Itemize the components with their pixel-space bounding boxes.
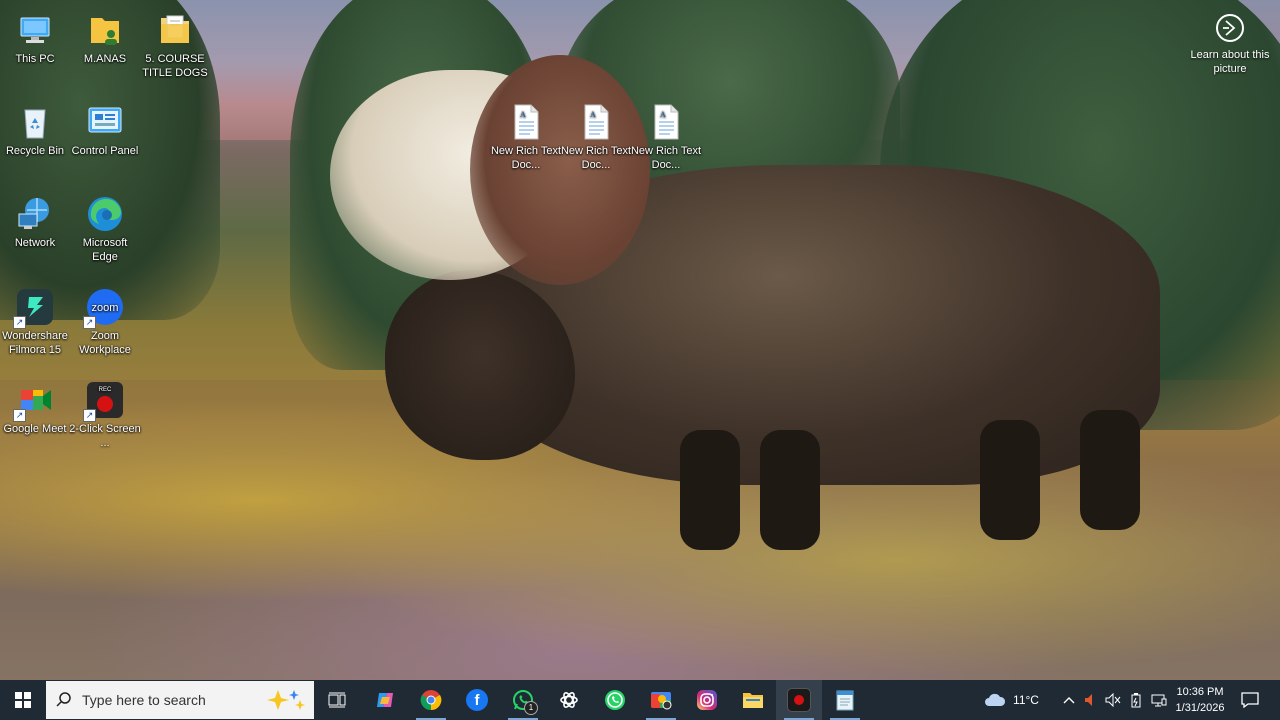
desktop-icon-new-rich-text-doc-2[interactable]: A New Rich Text Doc... bbox=[560, 102, 632, 172]
zoom-icon: zoom ↗ bbox=[83, 287, 125, 329]
desktop-icon-this-pc[interactable]: This PC bbox=[0, 10, 71, 66]
screen-recorder-icon bbox=[787, 688, 811, 712]
chrome-icon bbox=[651, 692, 672, 710]
whatsapp-icon bbox=[605, 690, 625, 710]
desktop-icon-control-panel[interactable]: Control Panel bbox=[69, 102, 141, 158]
taskbar: f 1 11°C bbox=[0, 680, 1280, 720]
volume-button[interactable] bbox=[1102, 680, 1124, 720]
taskbar-facebook[interactable]: f bbox=[454, 680, 500, 720]
show-hidden-icons-button[interactable] bbox=[1058, 680, 1080, 720]
tray-recorder-indicator[interactable] bbox=[1080, 680, 1100, 720]
filmora-icon: ↗ bbox=[13, 287, 55, 329]
svg-text:A: A bbox=[590, 110, 596, 119]
desktop-icon-microsoft-edge[interactable]: Microsoft Edge bbox=[69, 194, 141, 264]
zoom-icon-text: zoom bbox=[92, 302, 119, 314]
windows-logo-icon bbox=[15, 692, 31, 708]
battery-button[interactable] bbox=[1126, 680, 1146, 720]
desktop-icon-course-title-dogs[interactable]: 5. COURSE TITLE DOGS bbox=[139, 10, 211, 80]
camera-info-icon bbox=[1216, 14, 1244, 42]
control-panel-icon bbox=[85, 102, 125, 142]
whatsapp-icon: 1 bbox=[512, 689, 538, 715]
recycle-bin-icon bbox=[15, 102, 55, 142]
desktop-icon-new-rich-text-doc-3[interactable]: A New Rich Text Doc... bbox=[630, 102, 702, 172]
volume-muted-icon bbox=[1105, 693, 1121, 707]
taskbar-copilot[interactable] bbox=[362, 680, 408, 720]
notification-center-button[interactable] bbox=[1232, 680, 1268, 720]
desktop-icon-m-anas[interactable]: M.ANAS bbox=[69, 10, 141, 66]
desktop-icon-wondershare-filmora[interactable]: ↗ Wondershare Filmora 15 bbox=[0, 287, 71, 357]
clock-date: 1/31/2026 bbox=[1175, 702, 1225, 714]
desktop-icon-network[interactable]: Network bbox=[0, 194, 71, 250]
network-button[interactable] bbox=[1148, 680, 1170, 720]
folder-icon bbox=[155, 10, 195, 50]
rtf-document-icon: A bbox=[506, 102, 546, 142]
network-icon bbox=[15, 194, 55, 234]
desktop-icons: This PC M.ANAS 5. COURSE TITLE DOGS Recy… bbox=[0, 0, 1280, 680]
taskbar-whatsapp-1[interactable]: 1 bbox=[500, 680, 546, 720]
instagram-icon bbox=[697, 690, 717, 710]
computer-icon bbox=[15, 10, 55, 50]
desktop-icon-google-meet[interactable]: ↗ Google Meet bbox=[0, 380, 71, 436]
taskbar-task-view[interactable] bbox=[314, 680, 360, 720]
start-button[interactable] bbox=[0, 680, 46, 720]
desktop-icon-new-rich-text-doc-1[interactable]: A New Rich Text Doc... bbox=[490, 102, 562, 172]
weather-widget[interactable]: 11°C bbox=[978, 680, 1044, 720]
shortcut-arrow-icon: ↗ bbox=[83, 409, 96, 422]
notepad-icon bbox=[836, 690, 854, 711]
taskbar-whatsapp-2[interactable] bbox=[592, 680, 638, 720]
rec-icon-text: REC bbox=[99, 387, 112, 393]
chevron-up-icon bbox=[1063, 697, 1075, 704]
rtf-document-icon: A bbox=[646, 102, 686, 142]
rtf-document-icon: A bbox=[576, 102, 616, 142]
file-explorer-icon bbox=[743, 693, 763, 708]
copilot-icon bbox=[377, 693, 393, 707]
learn-about-picture-label: Learn about this picture bbox=[1190, 49, 1270, 75]
desktop-icon-recycle-bin[interactable]: Recycle Bin bbox=[0, 102, 71, 158]
taskbar-file-explorer[interactable] bbox=[730, 680, 776, 720]
weather-temperature: 11°C bbox=[1013, 693, 1039, 707]
google-meet-icon: ↗ bbox=[13, 380, 55, 422]
shortcut-arrow-icon: ↗ bbox=[13, 316, 26, 329]
clock-time: 10:36 PM bbox=[1176, 686, 1224, 698]
edge-icon bbox=[85, 194, 125, 234]
notification-icon bbox=[1241, 692, 1259, 708]
taskbar-clock[interactable]: 10:36 PM 1/31/2026 bbox=[1170, 680, 1230, 720]
chrome-icon bbox=[420, 690, 442, 711]
taskbar-chrome[interactable] bbox=[408, 680, 454, 720]
search-icon bbox=[56, 692, 71, 707]
search-input[interactable] bbox=[80, 691, 254, 709]
facebook-icon: f bbox=[466, 689, 488, 711]
svg-text:A: A bbox=[520, 110, 526, 119]
search-highlight-icon bbox=[267, 690, 305, 710]
learn-about-picture[interactable]: Learn about this picture bbox=[1190, 14, 1270, 76]
shortcut-arrow-icon: ↗ bbox=[13, 409, 26, 422]
svg-text:A: A bbox=[660, 110, 666, 119]
battery-icon bbox=[1131, 693, 1141, 708]
taskbar-chatgpt[interactable] bbox=[546, 680, 592, 720]
speaker-alert-icon bbox=[1085, 694, 1092, 706]
user-folder-icon bbox=[85, 10, 125, 50]
taskbar-screen-recorder[interactable] bbox=[776, 680, 822, 720]
task-view-icon bbox=[328, 692, 346, 708]
network-wired-icon bbox=[1151, 694, 1167, 707]
desktop-icon-zoom-workplace[interactable]: zoom ↗ Zoom Workplace bbox=[69, 287, 141, 357]
taskbar-search-box[interactable] bbox=[46, 681, 314, 719]
screen-recorder-icon: REC ↗ bbox=[83, 380, 125, 422]
taskbar-notepad[interactable] bbox=[822, 680, 868, 720]
cloud-icon bbox=[985, 693, 1006, 706]
desktop-icon-2-click-screen[interactable]: REC ↗ 2-Click Screen ... bbox=[69, 380, 141, 450]
chatgpt-icon bbox=[560, 692, 578, 708]
taskbar-instagram[interactable] bbox=[684, 680, 730, 720]
notification-badge: 1 bbox=[524, 701, 538, 715]
shortcut-arrow-icon: ↗ bbox=[83, 316, 96, 329]
taskbar-chrome-profile[interactable] bbox=[638, 680, 684, 720]
